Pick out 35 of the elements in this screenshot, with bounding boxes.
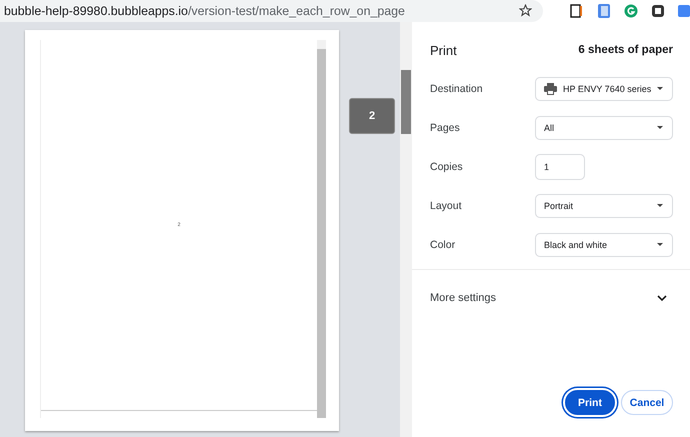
url-host: bubble-help-89980.bubbleapps.io bbox=[4, 4, 188, 18]
caret-icon bbox=[656, 242, 664, 247]
setting-label: Pages bbox=[430, 122, 461, 134]
more-settings-toggle[interactable]: More settings bbox=[430, 270, 673, 326]
scrollbar-thumb[interactable] bbox=[401, 70, 411, 134]
dropdown[interactable]: All bbox=[535, 116, 673, 140]
dropdown-value: Black and white bbox=[544, 240, 608, 250]
caret-icon bbox=[656, 125, 664, 130]
dropdown[interactable]: Portrait bbox=[535, 194, 673, 218]
dropdown-value: HP ENVY 7640 series bbox=[563, 84, 652, 94]
caret-icon bbox=[656, 86, 664, 91]
address-bar[interactable]: bubble-help-89980.bubbleapps.io/version-test/make_each_row_on_page bbox=[0, 0, 543, 22]
bookmark-star-icon[interactable] bbox=[519, 4, 532, 17]
sheet-count: 6 sheets of paper bbox=[578, 44, 673, 56]
grammar-icon[interactable] bbox=[624, 4, 638, 18]
caret-icon bbox=[656, 203, 664, 208]
dialog-title: Print bbox=[430, 42, 457, 58]
dropdown-value: Portrait bbox=[544, 200, 574, 210]
copies-field[interactable]: 1 bbox=[535, 154, 585, 180]
extension-icon[interactable] bbox=[570, 4, 584, 18]
setting-label: Layout bbox=[430, 200, 463, 212]
document-icon[interactable] bbox=[597, 3, 611, 19]
dropdown[interactable]: Black and white bbox=[535, 232, 673, 256]
setting-label: Destination bbox=[430, 82, 484, 94]
url-path: /version-test/make_each_row_on_page bbox=[188, 4, 405, 18]
scrollbar[interactable] bbox=[317, 40, 326, 418]
dropdown-value: All bbox=[544, 122, 556, 132]
scrollbar[interactable] bbox=[400, 22, 412, 437]
dropdown[interactable]: HP ENVY 7640 series bbox=[535, 76, 673, 100]
cancel-button[interactable]: Cancel bbox=[621, 390, 673, 415]
extension-icon[interactable] bbox=[651, 4, 665, 18]
setting-label: Copies bbox=[430, 160, 464, 172]
page-tooltip: 2 bbox=[349, 98, 395, 134]
printer-icon bbox=[544, 82, 557, 94]
setting-label: Color bbox=[430, 238, 456, 250]
